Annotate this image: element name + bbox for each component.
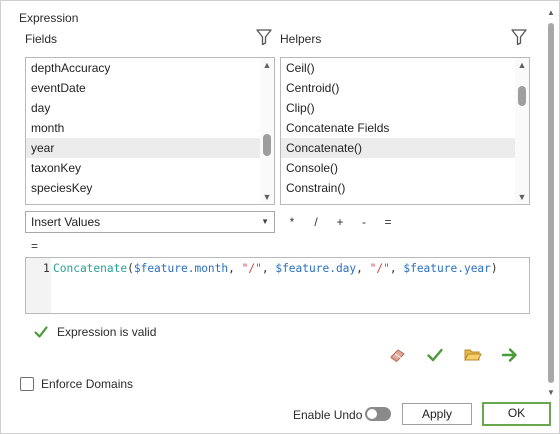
fields-label: Fields <box>25 32 58 46</box>
helpers-list-item[interactable]: Concatenate Fields <box>281 118 529 138</box>
helpers-scroll-thumb[interactable] <box>518 86 526 106</box>
scroll-down-icon[interactable]: ▼ <box>515 190 529 204</box>
operator-equals-button[interactable]: = <box>382 215 394 229</box>
helpers-list-item[interactable]: Centroid() <box>281 78 529 98</box>
check-icon <box>34 326 48 338</box>
code-token: ) <box>490 262 498 275</box>
helpers-label: Helpers <box>280 32 322 46</box>
line-number: 1 <box>43 262 50 275</box>
helpers-scrollbar[interactable]: ▲ ▼ <box>515 58 529 204</box>
code-token: $feature.day <box>275 262 357 275</box>
panel-scroll-thumb[interactable] <box>548 23 554 383</box>
code-token: , <box>228 262 242 275</box>
helpers-list-item[interactable]: Clip() <box>281 98 529 118</box>
fields-list-item[interactable]: month <box>26 118 274 138</box>
operator-divide-button[interactable]: / <box>310 215 322 229</box>
operator-multiply-button[interactable]: * <box>286 215 298 229</box>
scroll-up-icon[interactable]: ▲ <box>545 7 557 19</box>
fields-list-item[interactable]: taxonKey <box>26 158 274 178</box>
code-token: ( <box>127 262 134 275</box>
fields-list-item[interactable]: speciesKey <box>26 178 274 198</box>
code-token: "/" <box>241 262 262 275</box>
fields-items: depthAccuracy eventDate day month year taxonK… <box>26 58 274 198</box>
enable-undo-label: Enable Undo <box>293 408 363 422</box>
run-arrow-icon[interactable] <box>500 346 520 364</box>
enable-undo-toggle[interactable] <box>365 407 391 421</box>
helpers-list[interactable]: Ceil() Centroid() Clip() Concatenate Fields… <box>280 57 530 205</box>
fields-scroll-thumb[interactable] <box>263 134 271 156</box>
code-token: Concatenate <box>53 262 128 275</box>
ok-button[interactable]: OK <box>482 402 551 426</box>
panel-scrollbar[interactable]: ▲ ▼ <box>545 7 557 399</box>
code-token: , <box>261 262 276 275</box>
code-line[interactable]: Concatenate($feature.month, "/", $featur… <box>53 262 498 275</box>
open-folder-icon[interactable] <box>463 346 483 364</box>
operator-add-button[interactable]: + <box>334 215 346 229</box>
fields-list-item[interactable]: year <box>26 138 274 158</box>
validation-message: Expression is valid <box>57 325 157 339</box>
fields-scrollbar[interactable]: ▲ ▼ <box>260 58 274 204</box>
helpers-list-item[interactable]: Constrain() <box>281 178 529 198</box>
fields-list-item[interactable]: day <box>26 98 274 118</box>
panel-title: Expression <box>19 11 79 25</box>
code-token: "/" <box>369 262 390 275</box>
expression-editor[interactable]: 1 Concatenate($feature.month, "/", $feat… <box>25 257 530 314</box>
verify-check-icon[interactable] <box>425 346 445 364</box>
fields-list-item[interactable]: depthAccuracy <box>26 58 274 78</box>
scroll-up-icon[interactable]: ▲ <box>515 58 529 72</box>
code-token: $feature.year <box>403 262 491 275</box>
helpers-list-item[interactable]: Ceil() <box>281 58 529 78</box>
code-token: $feature.month <box>133 262 229 275</box>
insert-values-label: Insert Values <box>31 215 101 229</box>
operator-subtract-button[interactable]: - <box>358 215 370 229</box>
chevron-down-icon: ▼ <box>261 217 269 226</box>
helpers-list-item[interactable]: Console() <box>281 158 529 178</box>
toggle-knob <box>367 409 377 419</box>
fields-filter-icon[interactable] <box>256 28 272 46</box>
checkbox-box[interactable] <box>20 377 34 391</box>
helpers-list-item[interactable]: Concatenate() <box>281 138 529 158</box>
apply-button[interactable]: Apply <box>402 403 472 425</box>
code-token: , <box>356 262 370 275</box>
operator-equals-button-2[interactable]: = <box>31 239 38 253</box>
scroll-down-icon[interactable]: ▼ <box>260 190 274 204</box>
helpers-filter-icon[interactable] <box>511 28 527 46</box>
enforce-domains-label: Enforce Domains <box>41 377 134 391</box>
scroll-up-icon[interactable]: ▲ <box>260 58 274 72</box>
expression-panel: Expression Fields depthAccuracy eventDate… <box>0 0 560 434</box>
insert-values-dropdown[interactable]: Insert Values ▼ <box>25 211 275 233</box>
scroll-down-icon[interactable]: ▼ <box>545 387 557 399</box>
helpers-items: Ceil() Centroid() Clip() Concatenate Fields… <box>281 58 529 198</box>
fields-list[interactable]: depthAccuracy eventDate day month year taxonK… <box>25 57 275 205</box>
code-token: , <box>389 262 404 275</box>
eraser-icon[interactable] <box>388 346 408 364</box>
fields-list-item[interactable]: eventDate <box>26 78 274 98</box>
